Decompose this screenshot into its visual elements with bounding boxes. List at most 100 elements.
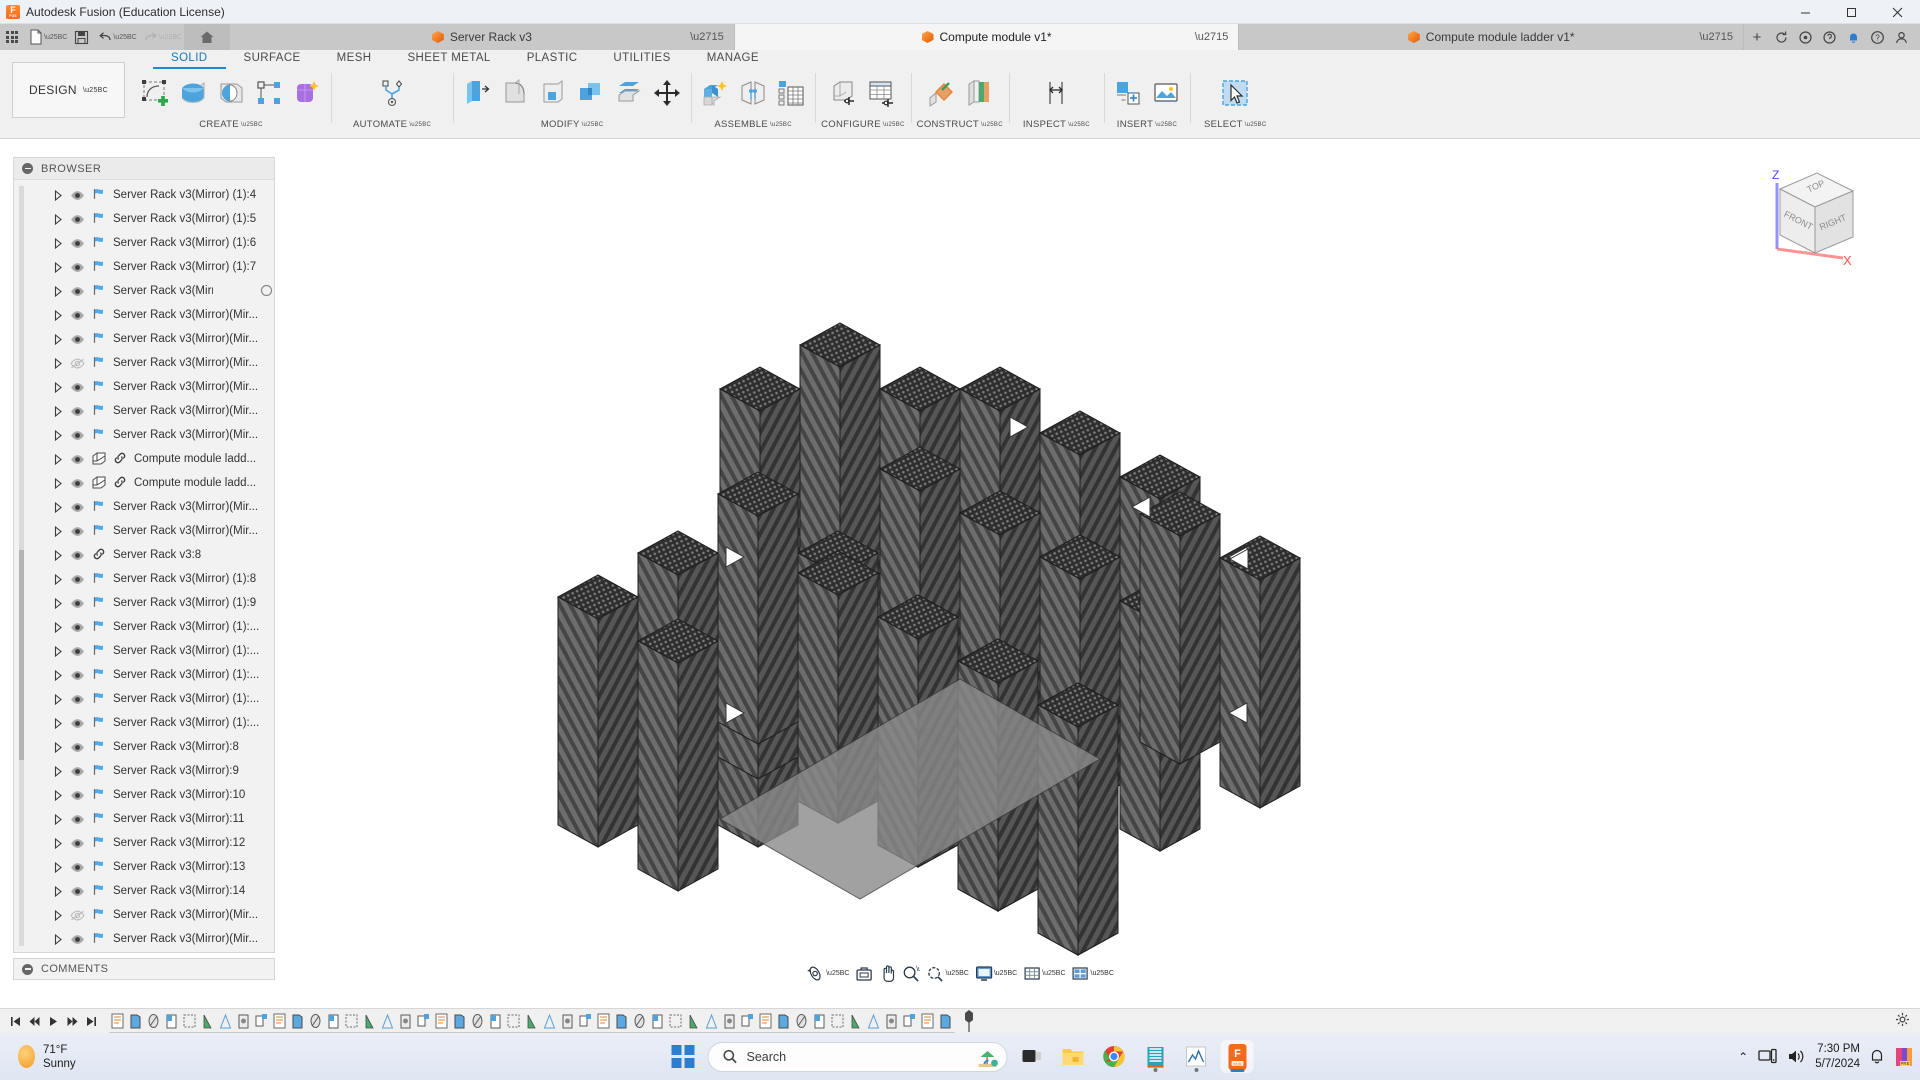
timeline-feature[interactable] bbox=[703, 1012, 720, 1031]
expand-arrow-icon[interactable] bbox=[54, 237, 63, 249]
expand-arrow-icon[interactable] bbox=[54, 453, 63, 465]
expand-arrow-icon[interactable] bbox=[54, 597, 63, 609]
timeline-feature[interactable] bbox=[757, 1012, 774, 1031]
undo-caret-icon[interactable]: \u25BC bbox=[113, 34, 136, 41]
timeline-feature[interactable] bbox=[505, 1012, 522, 1031]
select-cursor-icon[interactable] bbox=[1217, 73, 1253, 113]
comments-header[interactable]: COMMENTS bbox=[13, 958, 275, 980]
close-icon[interactable]: \u2715 bbox=[690, 31, 724, 43]
timeline-feature[interactable] bbox=[217, 1012, 234, 1031]
browser-tree-item[interactable]: Server Rack v3(Mirror):9 bbox=[14, 759, 274, 783]
clock[interactable]: 7:30 PM 5/7/2024 bbox=[1815, 1042, 1860, 1072]
plane-along-path-icon[interactable] bbox=[961, 73, 997, 113]
joint-flag-icon[interactable] bbox=[92, 716, 106, 730]
expand-arrow-icon[interactable] bbox=[54, 717, 63, 729]
browser-tree[interactable]: Server Rack v3(Mirror) (1):4 Server Rack … bbox=[14, 180, 274, 952]
pre-app-icon[interactable]: PRE bbox=[1894, 1046, 1914, 1068]
browser-tree-item[interactable]: Server Rack v3(Mirror) (1):9 bbox=[14, 591, 274, 615]
extrude-icon[interactable] bbox=[175, 73, 211, 113]
ribbon-tab-plastic[interactable]: PLASTIC bbox=[509, 50, 596, 69]
volume-icon[interactable] bbox=[1787, 1048, 1805, 1065]
ribbon-tab-surface[interactable]: SURFACE bbox=[226, 50, 319, 69]
timeline-feature[interactable] bbox=[847, 1012, 864, 1031]
timeline-feature[interactable] bbox=[379, 1012, 396, 1031]
measure-icon[interactable] bbox=[1038, 73, 1074, 113]
joint-flag-icon[interactable] bbox=[92, 740, 106, 754]
visibility-icon[interactable] bbox=[70, 814, 85, 825]
joint-flag-icon[interactable] bbox=[92, 908, 106, 922]
visibility-icon[interactable] bbox=[70, 646, 85, 657]
browser-tree-item[interactable]: Server Rack v3(Mirror) (1):... bbox=[14, 639, 274, 663]
ribbon-group-label[interactable]: INSPECT \u25BC bbox=[1023, 119, 1090, 130]
joint-flag-icon[interactable] bbox=[92, 932, 106, 946]
timeline-feature[interactable] bbox=[361, 1012, 378, 1031]
browser-tree-item[interactable]: Server Rack v3(Mirror):10 bbox=[14, 783, 274, 807]
browser-tree-item[interactable]: Server Rack v3(Mirrc... bbox=[14, 279, 274, 303]
extensions-icon[interactable] bbox=[1794, 26, 1816, 48]
timeline-feature[interactable] bbox=[577, 1012, 594, 1031]
viewports-button[interactable]: \u25BC bbox=[1070, 962, 1116, 984]
joint-flag-icon[interactable] bbox=[92, 188, 106, 202]
timeline-settings-button[interactable] bbox=[1895, 1012, 1920, 1030]
joint-flag-icon[interactable] bbox=[92, 212, 106, 226]
timeline-feature[interactable] bbox=[433, 1012, 450, 1031]
ribbon-group-label[interactable]: INSERT \u25BC bbox=[1117, 119, 1177, 130]
new-component-icon[interactable] bbox=[697, 73, 733, 113]
start-button[interactable] bbox=[667, 1040, 700, 1073]
browser-tree-item[interactable]: Compute module ladd... bbox=[14, 471, 274, 495]
joint-flag-icon[interactable] bbox=[92, 236, 106, 250]
offset-plane-icon[interactable] bbox=[923, 73, 959, 113]
expand-arrow-icon[interactable] bbox=[54, 525, 63, 537]
joint-flag-icon[interactable] bbox=[92, 668, 106, 682]
view-cube[interactable]: Z X TOP FRONT RIGHT bbox=[1755, 161, 1865, 271]
visibility-icon[interactable] bbox=[70, 262, 85, 273]
browser-tree-item[interactable]: Server Rack v3(Mirror)(Mir... bbox=[14, 351, 274, 375]
timeline-feature[interactable] bbox=[487, 1012, 504, 1031]
visibility-icon[interactable] bbox=[70, 454, 85, 465]
editor-button[interactable] bbox=[1139, 1040, 1172, 1073]
timeline-feature[interactable] bbox=[415, 1012, 432, 1031]
insert-derive-icon[interactable] bbox=[1110, 73, 1146, 113]
expand-arrow-icon[interactable] bbox=[54, 213, 63, 225]
save-button[interactable] bbox=[69, 25, 93, 49]
minimize-button[interactable] bbox=[1782, 0, 1828, 24]
maximize-button[interactable] bbox=[1828, 0, 1874, 24]
timeline-feature[interactable] bbox=[559, 1012, 576, 1031]
expand-arrow-icon[interactable] bbox=[54, 405, 63, 417]
expand-arrow-icon[interactable] bbox=[54, 741, 63, 753]
browser-tree-item[interactable]: Server Rack v3(Mirror) (1):... bbox=[14, 615, 274, 639]
expand-arrow-icon[interactable] bbox=[54, 789, 63, 801]
expand-arrow-icon[interactable] bbox=[54, 813, 63, 825]
timeline-feature[interactable] bbox=[397, 1012, 414, 1031]
visibility-icon[interactable] bbox=[70, 238, 85, 249]
taskbar-search[interactable]: Search bbox=[707, 1041, 1008, 1072]
timeline-feature[interactable] bbox=[109, 1012, 126, 1031]
task-view-button[interactable] bbox=[1016, 1040, 1049, 1073]
timeline-feature[interactable] bbox=[595, 1012, 612, 1031]
joint-flag-icon[interactable] bbox=[92, 596, 106, 610]
timeline-feature[interactable] bbox=[451, 1012, 468, 1031]
timeline-feature[interactable] bbox=[181, 1012, 198, 1031]
expand-arrow-icon[interactable] bbox=[54, 309, 63, 321]
configuration-table-icon[interactable] bbox=[864, 73, 900, 113]
ribbon-group-label[interactable]: MODIFY \u25BC bbox=[541, 119, 604, 130]
browser-tree-item[interactable]: Server Rack v3(Mirror) (1):7 bbox=[14, 255, 274, 279]
new-file-caret-icon[interactable]: \u25BC bbox=[44, 34, 67, 41]
ribbon-group-label[interactable]: SELECT \u25BC bbox=[1204, 119, 1267, 130]
visibility-icon[interactable] bbox=[70, 406, 85, 417]
joint-flag-icon[interactable] bbox=[92, 788, 106, 802]
timeline-feature[interactable] bbox=[199, 1012, 216, 1031]
joint-flag-icon[interactable] bbox=[92, 764, 106, 778]
visibility-off-icon[interactable] bbox=[70, 358, 85, 369]
timeline-feature[interactable] bbox=[325, 1012, 342, 1031]
network-icon[interactable] bbox=[1758, 1048, 1777, 1065]
visibility-icon[interactable] bbox=[70, 934, 85, 945]
joint-flag-icon[interactable] bbox=[92, 572, 106, 586]
visibility-icon[interactable] bbox=[70, 502, 85, 513]
browser-tree-item[interactable]: Server Rack v3:8 bbox=[14, 543, 274, 567]
browser-tree-item[interactable]: Server Rack v3(Mirror)(Mir... bbox=[14, 327, 274, 351]
link-icon[interactable] bbox=[113, 452, 127, 466]
timeline-feature[interactable] bbox=[235, 1012, 252, 1031]
timeline-feature[interactable] bbox=[775, 1012, 792, 1031]
browser-tree-item[interactable]: Server Rack v3(Mirror)(Mir... bbox=[14, 399, 274, 423]
